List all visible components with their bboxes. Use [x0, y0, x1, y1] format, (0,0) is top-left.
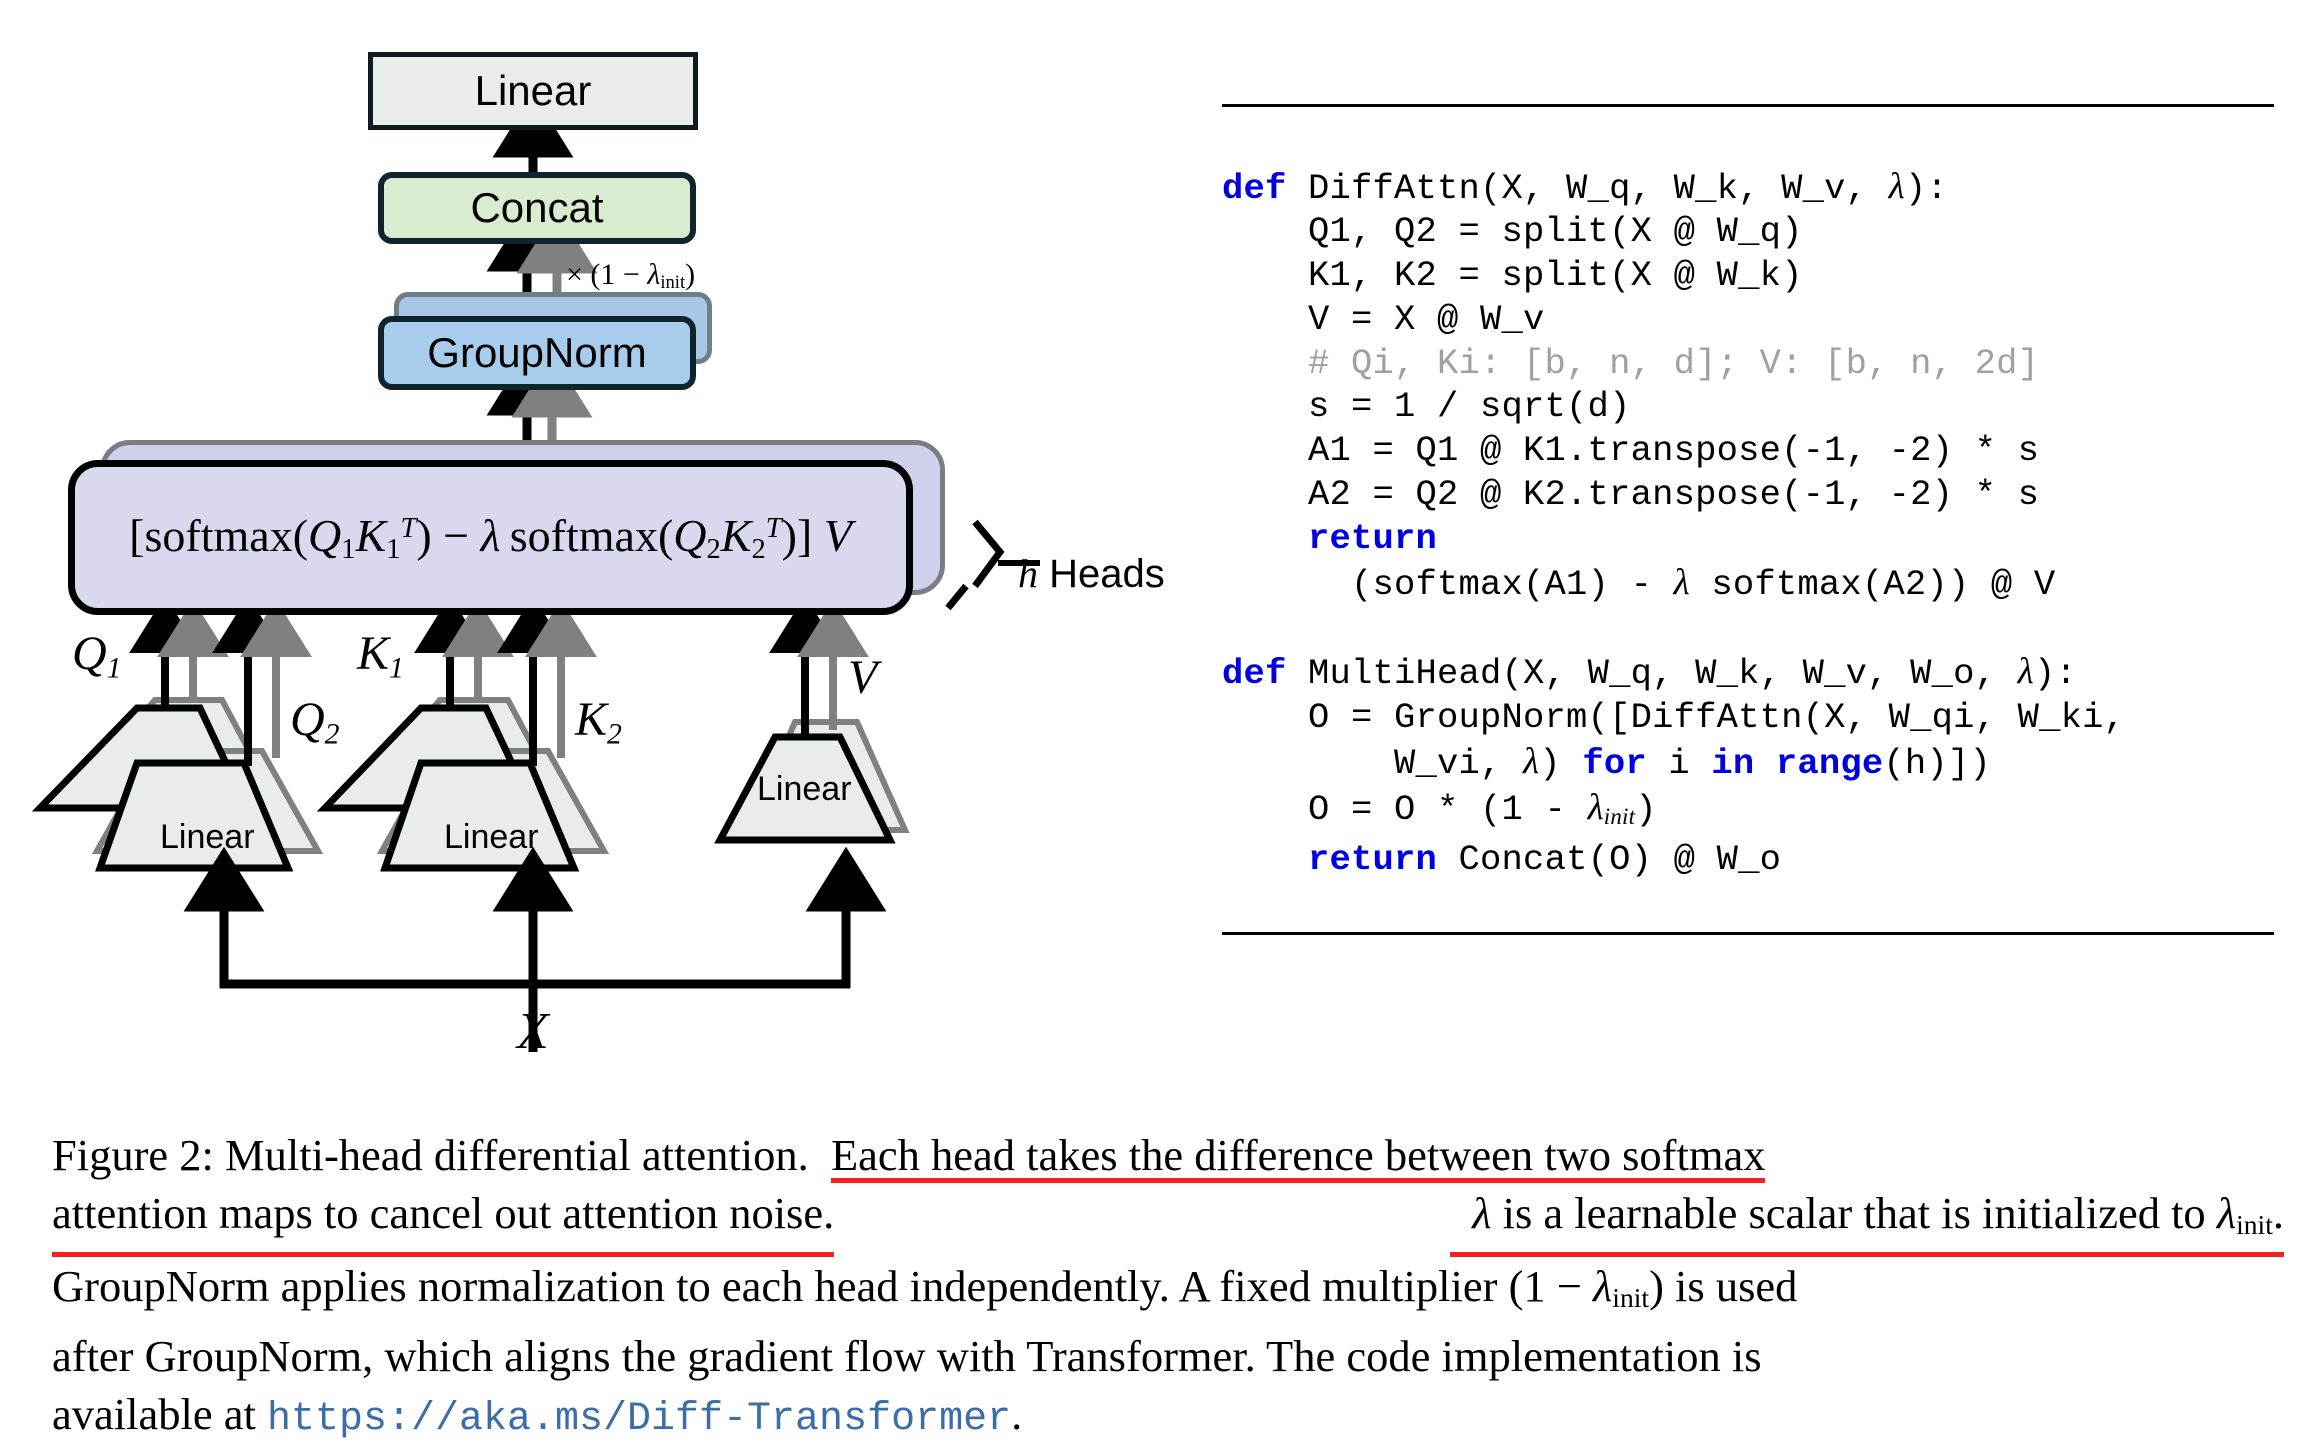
heads-brace-tail — [945, 583, 969, 611]
pseudocode-block: def DiffAttn(X, W_q, W_k, W_v, λ): Q1, Q… — [1222, 165, 2126, 881]
label-v: V — [848, 651, 878, 704]
caption-highlight-2a: attention maps to cancel out attention n… — [52, 1184, 835, 1258]
heads-label: h Heads — [1018, 551, 1165, 596]
caption-highlight-2b: λ is a learnable scalar that is initiali… — [1449, 1184, 2284, 1258]
trapezoid-v-linear-label: Linear — [757, 770, 852, 808]
caption-label: Figure 2: — [52, 1130, 214, 1180]
caption-line-2: attention maps to cancel out attention n… — [52, 1184, 2284, 1258]
caption-line-1: Figure 2: Multi-head differential attent… — [52, 1126, 2284, 1184]
lambda-multiplier-label: × (1 − λinit) — [566, 258, 696, 294]
trapezoid-k-linear-label: Linear — [444, 818, 539, 856]
heads-brace — [972, 519, 1005, 589]
caption-line-4: after GroupNorm, which aligns the gradie… — [52, 1331, 1762, 1382]
groupnorm-box: GroupNorm — [378, 316, 696, 390]
linear-output-box: Linear — [368, 52, 698, 130]
label-k1: K1 — [357, 627, 404, 685]
code-rule-top — [1222, 104, 2274, 107]
figure-caption: Figure 2: Multi-head differential attent… — [52, 1126, 2284, 1449]
caption-line1-plain: Multi-head differential attention. — [225, 1130, 809, 1180]
code-rule-bottom — [1222, 931, 2274, 935]
caption-line-5: available at https://aka.ms/Diff-Transfo… — [52, 1385, 2284, 1449]
concat-box: Concat — [378, 172, 696, 244]
label-q1: Q1 — [72, 627, 122, 685]
architecture-diagram: Linear Concat GroupNorm × (1 − λinit) [s… — [0, 0, 1210, 1090]
attention-box: [softmax(Q1K1T) − λ softmax(Q2K2T)] V — [68, 460, 913, 615]
label-k2: K2 — [575, 693, 622, 751]
trapezoid-q-linear-label: Linear — [160, 818, 255, 856]
caption-line-3: GroupNorm applies normalization to each … — [52, 1261, 1798, 1314]
caption-highlight-1: Each head takes the difference between t… — [830, 1130, 1766, 1183]
caption-line5-suffix: . — [1011, 1389, 1023, 1440]
figure-page: Linear Concat GroupNorm × (1 − λinit) [s… — [0, 0, 2314, 1444]
caption-line5-prefix: available at — [52, 1389, 256, 1440]
pseudocode-panel: def DiffAttn(X, W_q, W_k, W_v, λ): Q1, Q… — [1222, 104, 2274, 935]
project-url[interactable]: https://aka.ms/Diff-Transformer — [267, 1397, 1011, 1442]
label-q2: Q2 — [290, 693, 340, 751]
input-x-label: X — [517, 1003, 549, 1060]
attention-formula: [softmax(Q1K1T) − λ softmax(Q2K2T)] V — [129, 509, 852, 566]
